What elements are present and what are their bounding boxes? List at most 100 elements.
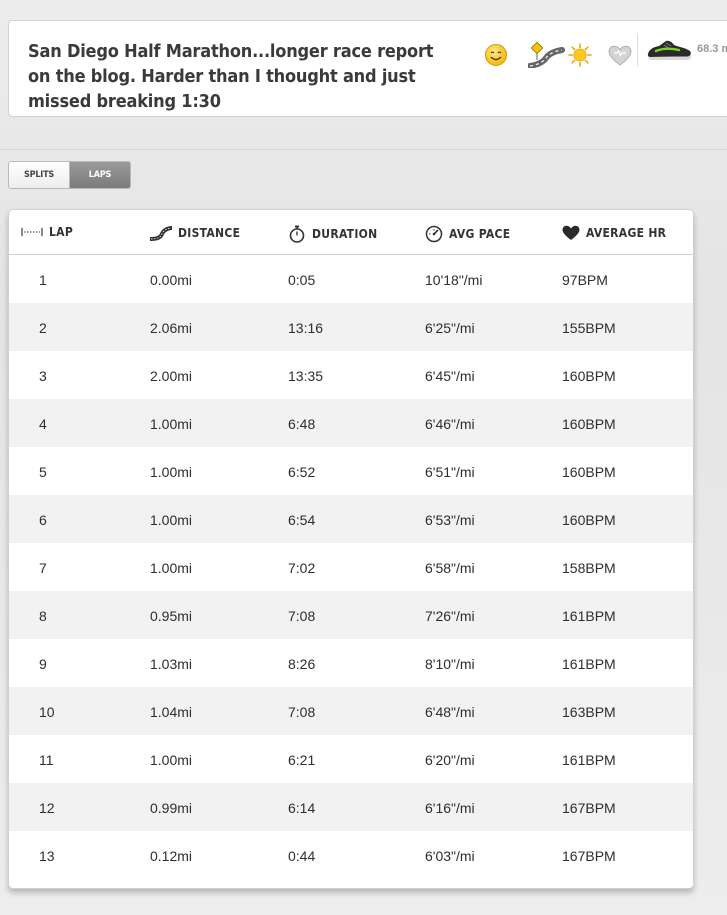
road-distance-icon [150, 226, 172, 241]
table-row: 4 1.00mi 6:48 6'46"/mi 160BPM [9, 399, 693, 447]
lap-header-label: LAP [49, 225, 74, 239]
table-header: LAP DISTANCE DURATION AVG PACE AVERAGE H… [9, 210, 693, 255]
lap-header[interactable]: LAP [21, 225, 73, 239]
road-icon[interactable] [528, 42, 566, 68]
lap-pace: 6'16"/mi [425, 800, 475, 816]
lap-heart-rate: 97BPM [562, 272, 608, 288]
run-note-text: San Diego Half Marathon...longer race re… [28, 41, 434, 112]
lap-heart-rate: 163BPM [562, 704, 616, 720]
table-row: 1 0.00mi 0:05 10'18"/mi 97BPM [9, 255, 693, 303]
duration-header[interactable]: DURATION [288, 225, 377, 243]
lap-duration: 7:08 [288, 608, 316, 624]
lap-number: 5 [39, 464, 47, 480]
lap-distance: 1.00mi [150, 464, 193, 480]
lap-number: 11 [39, 752, 54, 768]
lap-number: 9 [39, 656, 47, 672]
lap-pace: 6'48"/mi [425, 704, 475, 720]
lap-pace: 7'26"/mi [425, 608, 475, 624]
lap-heart-rate: 161BPM [562, 608, 616, 624]
table-row: 8 0.95mi 7:08 7'26"/mi 161BPM [9, 591, 693, 639]
lap-distance: 0.99mi [150, 800, 193, 816]
lap-pace: 6'46"/mi [425, 416, 475, 432]
lap-distance: 1.00mi [150, 752, 193, 768]
table-row: 5 1.00mi 6:52 6'51"/mi 160BPM [9, 447, 693, 495]
average-hr-header[interactable]: AVERAGE HR [562, 225, 666, 241]
duration-header-label: DURATION [312, 227, 378, 241]
lap-duration: 13:35 [288, 368, 324, 384]
section-divider [0, 149, 727, 150]
lap-duration: 13:16 [288, 320, 324, 336]
table-row: 6 1.00mi 6:54 6'53"/mi 160BPM [9, 495, 693, 543]
lap-duration: 0:44 [288, 848, 316, 864]
shoe-distance: 68.3 mi [697, 43, 727, 55]
lap-distance: 2.00mi [150, 368, 193, 384]
smiley-icon[interactable] [484, 43, 508, 67]
lap-heart-rate: 161BPM [562, 656, 616, 672]
run-note-card: San Diego Half Marathon...longer race re… [8, 20, 727, 117]
lap-pace: 6'53"/mi [425, 512, 475, 528]
lap-duration: 7:08 [288, 704, 316, 720]
table-row: 11 1.00mi 6:21 6'20"/mi 161BPM [9, 735, 693, 783]
lap-pace: 6'58"/mi [425, 560, 475, 576]
lap-pace: 6'03"/mi [425, 848, 475, 864]
lap-number: 10 [39, 704, 55, 720]
average-hr-header-label: AVERAGE HR [586, 226, 667, 240]
lap-duration: 6:54 [288, 512, 316, 528]
distance-header-label: DISTANCE [178, 226, 241, 240]
table-row: 3 2.00mi 13:35 6'45"/mi 160BPM [9, 351, 693, 399]
lap-number: 4 [39, 416, 47, 432]
lap-duration: 6:14 [288, 800, 316, 816]
lap-distance: 1.03mi [150, 656, 193, 672]
splits-tab[interactable]: SPLITS [9, 162, 70, 188]
lap-heart-rate: 158BPM [562, 560, 616, 576]
lap-heart-rate: 155BPM [562, 320, 616, 336]
table-row: 13 0.12mi 0:44 6'03"/mi 167BPM [9, 831, 693, 879]
lap-duration: 6:21 [288, 752, 316, 768]
lap-icon [21, 228, 43, 236]
shoe-icon[interactable] [646, 38, 692, 62]
lap-number: 13 [39, 848, 55, 864]
distance-header[interactable]: DISTANCE [150, 225, 240, 241]
lap-distance: 0.95mi [150, 608, 193, 624]
lap-distance: 0.12mi [150, 848, 193, 864]
lap-distance: 1.00mi [150, 560, 193, 576]
lap-number: 8 [39, 608, 47, 624]
heart-rate-icon [562, 225, 580, 240]
avg-pace-header-label: AVG PACE [449, 227, 511, 241]
lap-heart-rate: 161BPM [562, 752, 616, 768]
lap-pace: 6'51"/mi [425, 464, 475, 480]
lap-number: 2 [39, 320, 47, 336]
lap-duration: 6:48 [288, 416, 316, 432]
lap-duration: 7:02 [288, 560, 316, 576]
lap-pace: 6'45"/mi [425, 368, 475, 384]
avg-pace-header[interactable]: AVG PACE [425, 225, 510, 243]
lap-duration: 8:26 [288, 656, 316, 672]
lap-heart-rate: 167BPM [562, 848, 616, 864]
lap-pace: 8'10"/mi [425, 656, 475, 672]
lap-duration: 0:05 [288, 272, 316, 288]
stopwatch-icon [289, 225, 305, 243]
table-row: 12 0.99mi 6:14 6'16"/mi 167BPM [9, 783, 693, 831]
lap-distance: 1.04mi [150, 704, 193, 720]
lap-distance: 1.00mi [150, 512, 193, 528]
lap-heart-rate: 160BPM [562, 368, 616, 384]
lap-number: 3 [39, 368, 47, 384]
lap-pace: 6'20"/mi [425, 752, 475, 768]
table-row: 7 1.00mi 7:02 6'58"/mi 158BPM [9, 543, 693, 591]
gauge-icon [425, 225, 443, 243]
lap-duration: 6:52 [288, 464, 316, 480]
laps-tab[interactable]: LAPS [70, 162, 130, 188]
lap-number: 6 [39, 512, 47, 528]
laps-table: LAP DISTANCE DURATION AVG PACE AVERAGE H… [8, 209, 694, 889]
sun-icon[interactable] [568, 43, 592, 67]
splits-laps-toggle: SPLITS LAPS [8, 161, 131, 189]
lap-heart-rate: 160BPM [562, 512, 616, 528]
lap-heart-rate: 160BPM [562, 464, 616, 480]
table-row: 2 2.06mi 13:16 6'25"/mi 155BPM [9, 303, 693, 351]
lap-number: 12 [39, 800, 55, 816]
lap-number: 7 [39, 560, 47, 576]
table-row: 9 1.03mi 8:26 8'10"/mi 161BPM [9, 639, 693, 687]
heart-icon[interactable] [608, 45, 632, 67]
lap-heart-rate: 160BPM [562, 416, 616, 432]
lap-distance: 2.06mi [150, 320, 193, 336]
